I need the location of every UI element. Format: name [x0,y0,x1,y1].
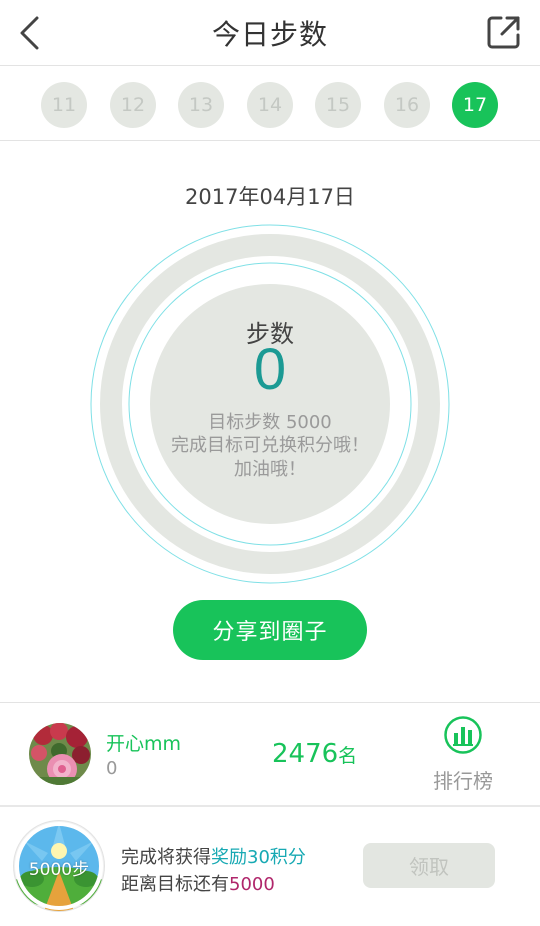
ranking-row: 开心mm 0 2476名 排行榜 [0,703,540,805]
claim-button[interactable]: 领取 [363,843,495,888]
badge-steps-text: 5000步 [28,860,90,880]
user-name: 开心mm [106,733,182,755]
leaderboard-label: 排行榜 [433,769,493,793]
cheer-text: 加油哦！ [234,459,306,480]
external-share-icon [487,16,520,49]
leaderboard-button[interactable]: 排行榜 [422,715,504,795]
rank-number: 2476 [272,739,339,769]
reward-badge: 5000步 [14,821,104,911]
bar-chart-icon [444,716,482,754]
reward-points-text: 完成将获得奖励30积分 [121,847,306,868]
goal-hint-text: 完成目标可兑换积分哦！ [171,435,369,456]
flower-avatar-image [29,723,91,785]
day-14-button[interactable]: 14 [247,82,293,128]
rank-unit: 名 [338,745,358,767]
remaining-steps-highlight: 5000 [229,874,275,895]
page-title: 今日步数 [211,18,328,51]
remaining-steps-text: 距离目标还有5000 [121,874,275,895]
day-16-button[interactable]: 16 [384,82,430,128]
avatar[interactable] [29,723,91,785]
steps-count: 0 [253,337,287,402]
day-11-button[interactable]: 11 [41,82,87,128]
user-steps: 0 [106,758,118,779]
day-17-button[interactable]: 17 [452,82,498,128]
day-selector: 11 12 13 14 15 16 17 [0,67,540,141]
day-13-button[interactable]: 13 [178,82,224,128]
share-button[interactable] [486,14,522,50]
reward-points-highlight: 奖励30积分 [211,847,306,868]
rank-position: 2476名 [272,739,357,769]
step-progress-ring: 步数 0 目标步数 5000 完成目标可兑换积分哦！ 加油哦！ [88,222,452,586]
share-to-circle-button[interactable]: 分享到圈子 [173,600,367,660]
ring-center: 步数 0 目标步数 5000 完成目标可兑换积分哦！ 加油哦！ [150,284,390,524]
reward-row: 5000步 完成将获得奖励30积分 距离目标还有5000 领取 [0,807,540,926]
selected-date: 2017年04月17日 [185,185,355,209]
day-12-button[interactable]: 12 [110,82,156,128]
header-bar: 今日步数 [0,0,540,66]
day-15-button[interactable]: 15 [315,82,361,128]
